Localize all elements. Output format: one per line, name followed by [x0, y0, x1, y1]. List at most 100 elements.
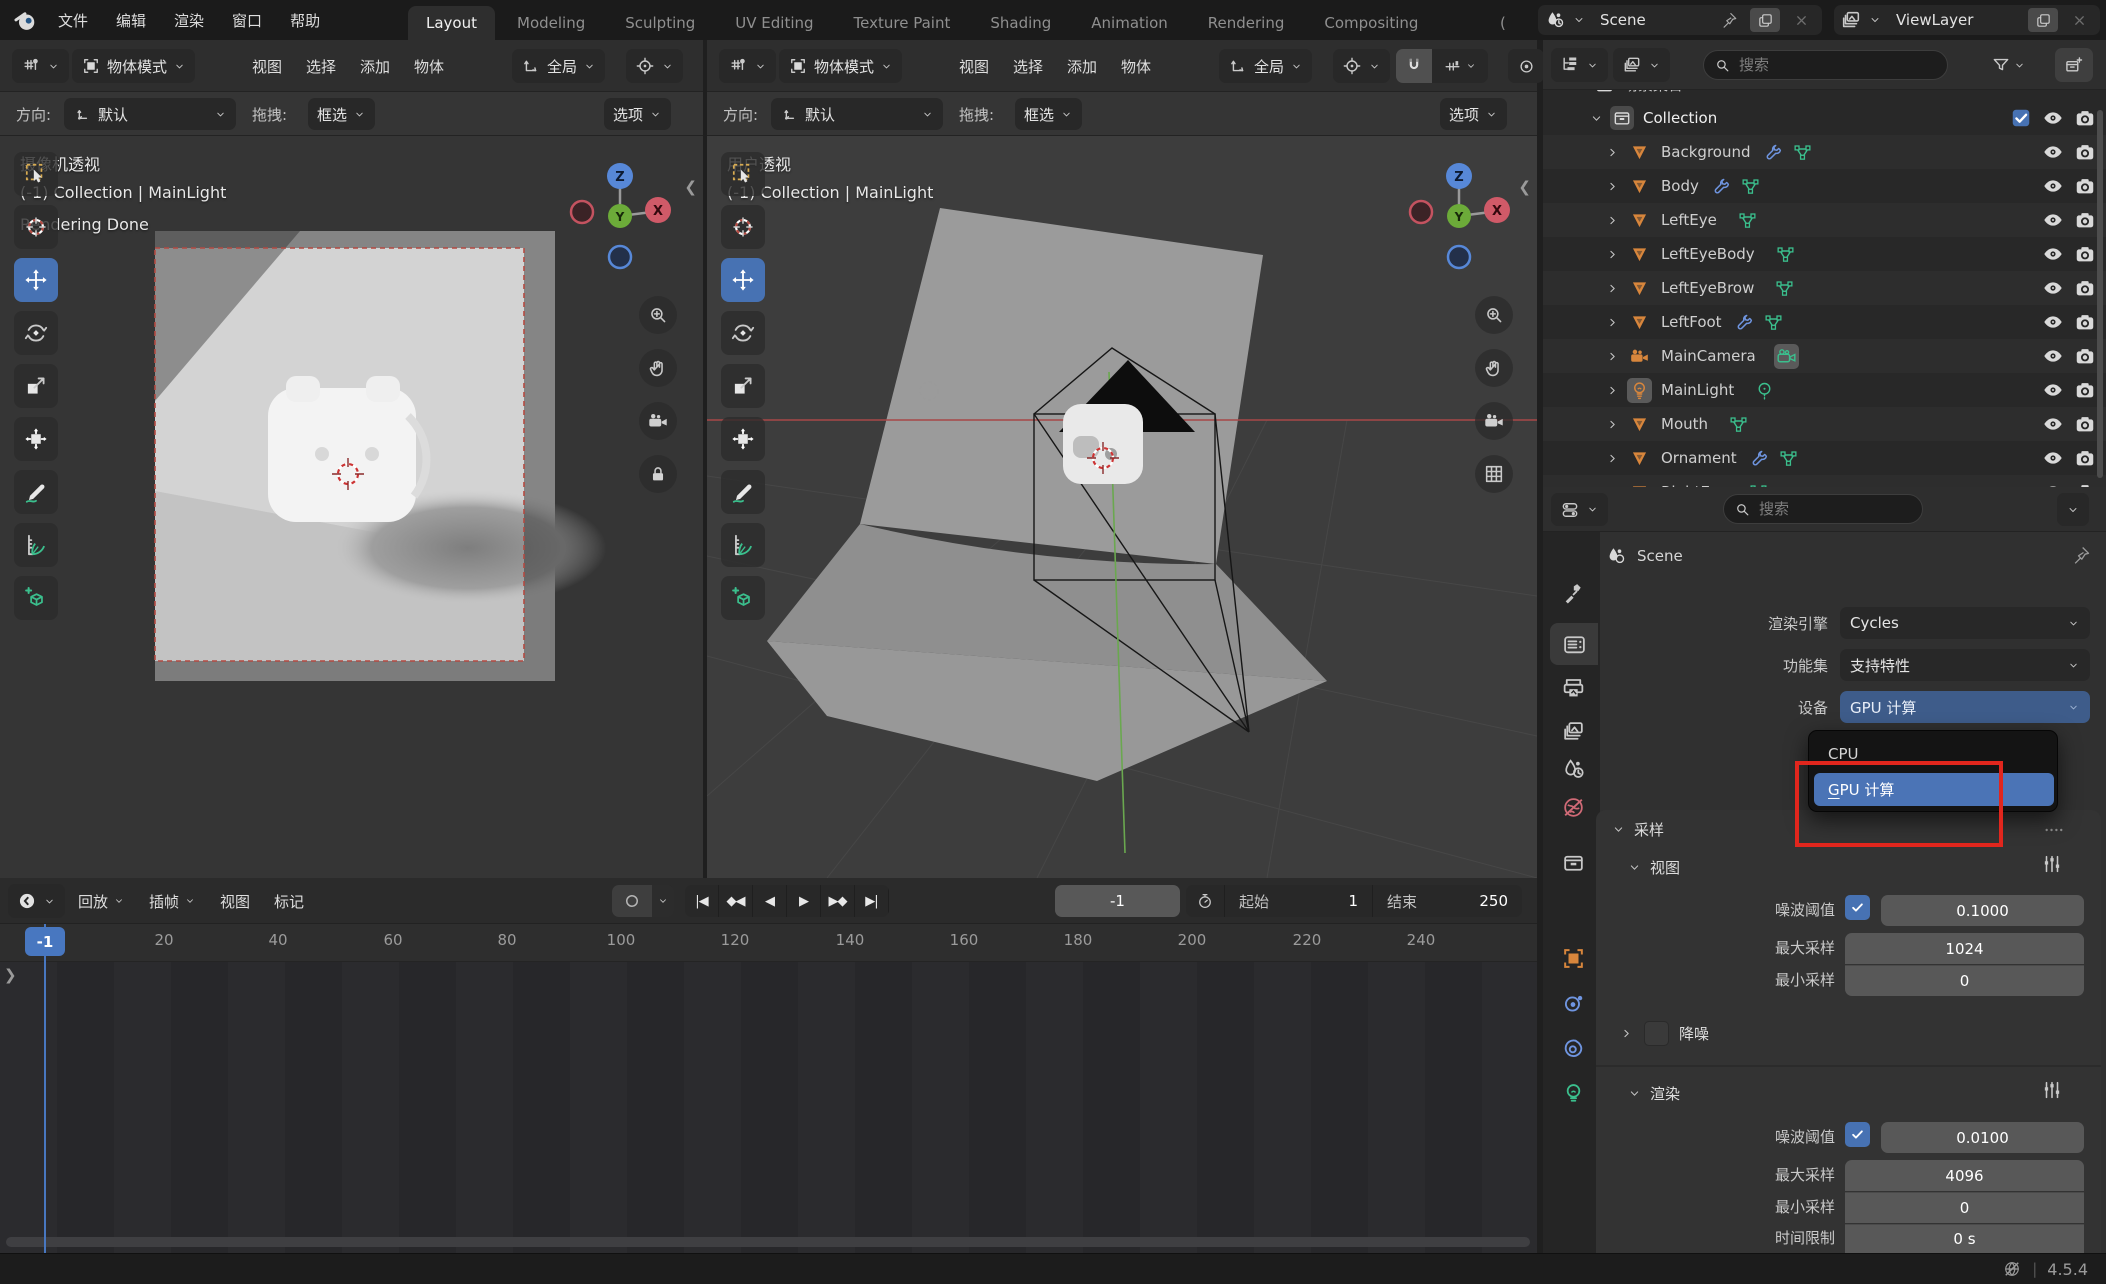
properties-editor-type-button[interactable] — [1551, 493, 1608, 526]
play-button[interactable]: ▶ — [787, 885, 821, 917]
workspace-tab-shading[interactable]: Shading — [972, 6, 1069, 40]
tool-add-cube[interactable] — [14, 576, 58, 620]
direction-dropdown[interactable]: 默认 — [64, 98, 236, 130]
workspace-tab-sculpting[interactable]: Sculpting — [607, 6, 713, 40]
timeline-ruler[interactable]: 20406080100120140160180200220240 — [0, 924, 1537, 962]
sampling-panel-header[interactable]: 采样 — [1611, 819, 1664, 840]
tool-add-cube[interactable] — [721, 576, 765, 620]
properties-tab-tool[interactable] — [1548, 572, 1598, 614]
snap-toggle[interactable] — [1396, 49, 1432, 83]
outliner-row-collection[interactable]: Collection — [1543, 101, 2106, 135]
denoise-row[interactable]: 降噪 — [1619, 1021, 1709, 1046]
pivot-point[interactable] — [626, 49, 683, 83]
viewport-right-canvas[interactable]: 用户透视 (-1) Collection | MainLight ❮ Z X Y — [707, 136, 1537, 878]
use-preview-range-button[interactable] — [1186, 885, 1224, 917]
play-reverse-button[interactable]: ◀ — [753, 885, 787, 917]
outliner-row-leftfoot[interactable]: LeftFoot — [1543, 305, 2106, 339]
properties-tab-view-layer[interactable] — [1548, 710, 1598, 752]
nav-lock-button[interactable] — [639, 455, 677, 493]
rn-max-samples-field[interactable]: 4096 — [1845, 1160, 2084, 1191]
jump-to-next-keyframe-button[interactable]: ▶◆ — [821, 885, 855, 917]
nav-hand-button[interactable] — [639, 349, 677, 387]
outliner-search[interactable] — [1703, 50, 1948, 80]
device-dropdown[interactable]: GPU 计算 — [1840, 691, 2090, 723]
viewport-menu-0[interactable]: 视图 — [240, 49, 294, 83]
properties-options-button[interactable] — [2057, 493, 2089, 526]
outliner-row-body[interactable]: Body — [1543, 169, 2106, 203]
viewport-menu-1[interactable]: 选择 — [294, 49, 348, 83]
viewport-editor-type-button[interactable] — [12, 49, 69, 83]
viewport-editor-type-button[interactable] — [719, 49, 776, 83]
properties-tab-data-light[interactable] — [1548, 1072, 1598, 1114]
workspace-tab-texture-paint[interactable]: Texture Paint — [836, 6, 969, 40]
tool-move[interactable] — [721, 258, 765, 302]
sliders-icon[interactable] — [2041, 853, 2063, 875]
tool-measure[interactable] — [721, 523, 765, 567]
properties-tab-render[interactable] — [1550, 623, 1598, 665]
new-scene-icon[interactable] — [1750, 8, 1780, 32]
viewport-left-canvas[interactable]: 摄像机透视 (-1) Collection | MainLight Render… — [0, 136, 703, 878]
axis-gizmo[interactable]: Z X Y — [1399, 156, 1519, 290]
region-collapse-icon[interactable]: ❮ — [1518, 178, 1531, 196]
vp-min-samples-field[interactable]: 0 — [1845, 965, 2084, 996]
current-frame-field[interactable]: -1 — [1055, 885, 1180, 917]
viewport-menu-3[interactable]: 物体 — [402, 49, 456, 83]
outliner-row-lefteye[interactable]: LeftEye — [1543, 203, 2106, 237]
jump-to-prev-keyframe-button[interactable]: ◆◀ — [719, 885, 753, 917]
tool-select-box[interactable] — [721, 152, 765, 196]
feature-set-dropdown[interactable]: 支持特性 — [1840, 649, 2090, 681]
transform-orientation[interactable]: 全局 — [512, 49, 605, 83]
outliner-row-mouth[interactable]: Mouth — [1543, 407, 2106, 441]
properties-tab-object[interactable] — [1548, 937, 1598, 979]
outliner-row-maincamera[interactable]: MainCamera — [1543, 339, 2106, 373]
blender-logo-icon[interactable] — [12, 7, 39, 38]
viewport-menu-2[interactable]: 添加 — [1055, 49, 1109, 83]
topbar-menu-2[interactable]: 渲染 — [160, 0, 218, 40]
outliner-row-background[interactable]: Background — [1543, 135, 2106, 169]
new-collection-button[interactable] — [2055, 48, 2093, 82]
vp-noise-threshold-field[interactable]: 0.1000 — [1881, 895, 2084, 926]
tool-annotate[interactable] — [14, 470, 58, 514]
rn-min-samples-field[interactable]: 0 — [1845, 1192, 2084, 1223]
tool-select-box[interactable] — [14, 152, 58, 196]
region-collapse-icon[interactable]: ❮ — [684, 178, 697, 196]
outliner-row-ornament[interactable]: Ornament — [1543, 441, 2106, 475]
outliner-row-righteye[interactable]: RightEye — [1543, 475, 2106, 487]
timeline-scrollbar[interactable] — [6, 1237, 1530, 1247]
playhead-line[interactable] — [44, 924, 46, 1253]
tool-scale[interactable] — [721, 364, 765, 408]
timeline-tracks[interactable]: ❯ — [0, 962, 1537, 1253]
properties-search[interactable] — [1723, 494, 1923, 524]
outliner-search-input[interactable] — [1739, 56, 1937, 74]
topbar-menu-3[interactable]: 窗口 — [218, 0, 276, 40]
nav-zoom-button[interactable] — [639, 296, 677, 334]
viewport-menu-3[interactable]: 物体 — [1109, 49, 1163, 83]
tool-annotate[interactable] — [721, 470, 765, 514]
snap-settings[interactable] — [1432, 49, 1488, 83]
rn-time-limit-field[interactable]: 0 s — [1845, 1224, 2084, 1253]
topbar-menu-1[interactable]: 编辑 — [102, 0, 160, 40]
nav-grid-button[interactable] — [1475, 455, 1513, 493]
nav-zoom-button[interactable] — [1475, 296, 1513, 334]
tool-rotate[interactable] — [721, 311, 765, 355]
direction-dropdown[interactable]: 默认 — [771, 98, 943, 130]
sampling-render-header[interactable]: 渲染 — [1627, 1083, 1680, 1104]
frame-start-field[interactable]: 起始 1 — [1224, 885, 1372, 917]
workspace-tab-modeling[interactable]: Modeling — [499, 6, 603, 40]
properties-search-input[interactable] — [1759, 500, 1912, 518]
tool-transform[interactable] — [14, 417, 58, 461]
auto-key-options-button[interactable] — [652, 885, 674, 917]
frame-end-field[interactable]: 结束 250 — [1372, 885, 1522, 917]
tool-measure[interactable] — [14, 523, 58, 567]
workspace-tab-rendering[interactable]: Rendering — [1190, 6, 1303, 40]
timeline-menu-3[interactable]: 标记 — [262, 884, 316, 918]
properties-tab-world[interactable] — [1548, 786, 1598, 828]
unlink-scene-icon[interactable] — [1786, 8, 1816, 32]
tool-cursor[interactable] — [14, 205, 58, 249]
vp-max-samples-field[interactable]: 1024 — [1845, 933, 2084, 964]
viewport-menu-2[interactable]: 添加 — [348, 49, 402, 83]
jump-to-end-button[interactable]: ▶| — [855, 885, 889, 917]
jump-to-start-button[interactable]: |◀ — [685, 885, 719, 917]
properties-tab-output[interactable] — [1548, 667, 1598, 709]
timeline-editor-type-button[interactable] — [8, 884, 65, 918]
